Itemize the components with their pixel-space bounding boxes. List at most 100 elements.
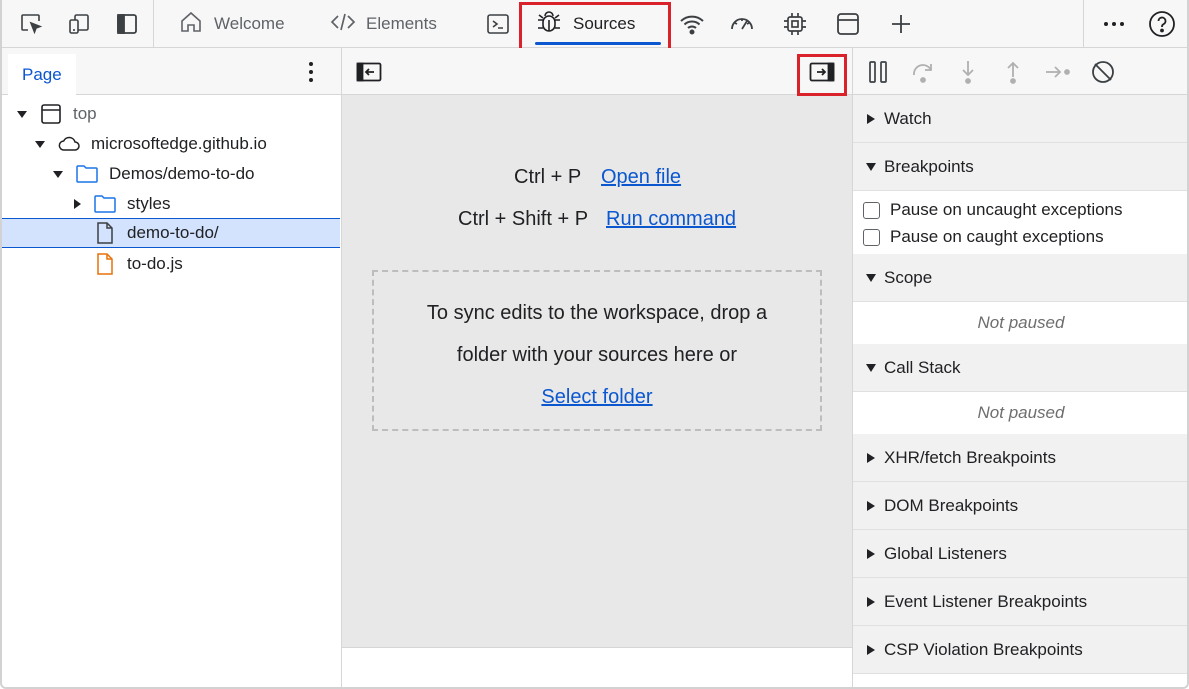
tree-item-domain[interactable]: microsoftedge.github.io (2, 129, 340, 159)
dock-side-icon[interactable] (111, 8, 143, 40)
bug-icon (535, 8, 563, 41)
collapse-triangle-icon (865, 548, 877, 560)
expand-triangle-icon (865, 272, 877, 284)
toggle-navigator-icon[interactable] (355, 58, 383, 86)
section-label: Global Listeners (884, 543, 1007, 563)
open-file-link[interactable]: Open file (601, 166, 681, 189)
expand-triangle-icon (865, 161, 877, 173)
section-watch[interactable]: Watch (853, 95, 1187, 143)
pause-caught-checkbox[interactable] (863, 228, 880, 246)
file-icon (93, 221, 117, 245)
step-into-icon[interactable] (952, 56, 984, 88)
more-horizontal-icon[interactable] (1098, 8, 1130, 40)
collapse-triangle-icon (865, 500, 877, 512)
callstack-content: Not paused (853, 392, 1187, 434)
active-tab-indicator (535, 42, 661, 45)
devtools-window: Welcome Elements Sources Page top micros… (0, 0, 1189, 689)
toggle-debugger-icon[interactable] (808, 58, 836, 86)
section-label: DOM Breakpoints (884, 495, 1019, 515)
performance-icon[interactable] (726, 8, 758, 40)
section-csp-violation-breakpoints[interactable]: CSP Violation Breakpoints (853, 626, 1187, 674)
tab-sources[interactable]: Sources (535, 0, 665, 48)
breakpoints-content: Pause on uncaught exceptions Pause on ca… (853, 191, 1187, 254)
pause-uncaught-row[interactable]: Pause on uncaught exceptions (863, 200, 1123, 220)
dropzone-text-line2: folder with your sources here or (456, 344, 738, 366)
tree-item-label: to-do.js (127, 254, 183, 273)
collapse-triangle-icon[interactable] (71, 198, 83, 210)
tree-item-demos-folder[interactable]: Demos/demo-to-do (2, 159, 340, 189)
collapse-triangle-icon (865, 452, 877, 464)
workspace-dropzone[interactable]: To sync edits to the workspace, drop a f… (372, 270, 822, 431)
debugger-toolbar (853, 48, 1187, 95)
main-toolbar: Welcome Elements Sources (2, 0, 1187, 52)
collapse-triangle-icon (865, 644, 877, 656)
section-global-listeners[interactable]: Global Listeners (853, 530, 1187, 578)
memory-icon[interactable] (779, 8, 811, 40)
section-scope[interactable]: Scope (853, 254, 1187, 302)
scope-content: Not paused (853, 302, 1187, 344)
section-label: Scope (884, 267, 933, 287)
dropzone-text-line1: To sync edits to the workspace, drop a (426, 302, 768, 324)
pause-icon[interactable] (862, 56, 894, 88)
folder-icon (93, 192, 117, 216)
tree-item-top[interactable]: top (2, 99, 340, 129)
tree-item-label: microsoftedge.github.io (91, 134, 267, 153)
deactivate-breakpoints-icon[interactable] (1087, 56, 1119, 88)
pause-uncaught-checkbox[interactable] (863, 201, 880, 219)
collapse-triangle-icon (865, 113, 877, 125)
section-label: Breakpoints (884, 156, 974, 176)
callstack-status: Not paused (977, 403, 1065, 422)
shortcut-keys: Ctrl + Shift + P (458, 208, 589, 230)
console-icon[interactable] (482, 8, 514, 40)
section-event-listener-breakpoints[interactable]: Event Listener Breakpoints (853, 578, 1187, 626)
application-icon[interactable] (832, 8, 864, 40)
tab-sources-label: Sources (573, 14, 636, 33)
file-navigator: Page top microsoftedge.github.io Demos/d… (2, 48, 342, 687)
run-command-link[interactable]: Run command (606, 208, 736, 231)
step-over-icon[interactable] (907, 56, 939, 88)
frame-icon (39, 102, 63, 126)
pause-caught-label: Pause on caught exceptions (890, 227, 1104, 246)
section-dom-breakpoints[interactable]: DOM Breakpoints (853, 482, 1187, 530)
open-file-link-label[interactable]: Open file (601, 166, 681, 188)
tree-item-todo-js[interactable]: to-do.js (2, 249, 340, 279)
editor-status-bar (342, 647, 852, 687)
network-icon[interactable] (676, 8, 708, 40)
more-vertical-icon[interactable] (299, 58, 323, 86)
tab-welcome[interactable]: Welcome (178, 0, 290, 48)
section-label: XHR/fetch Breakpoints (884, 447, 1056, 467)
expand-triangle-icon (865, 362, 877, 374)
section-label: Event Listener Breakpoints (884, 591, 1088, 611)
tab-elements-label: Elements (366, 14, 437, 33)
section-xhr-breakpoints[interactable]: XHR/fetch Breakpoints (853, 434, 1187, 482)
pause-caught-row[interactable]: Pause on caught exceptions (863, 227, 1104, 247)
section-label: CSP Violation Breakpoints (884, 639, 1083, 659)
run-command-link-label[interactable]: Run command (606, 208, 736, 230)
section-breakpoints[interactable]: Breakpoints (853, 143, 1187, 191)
shortcut-open-file: Ctrl + P (514, 166, 581, 189)
tree-item-label: top (73, 104, 97, 123)
editor-pane: Ctrl + P Open file Ctrl + Shift + P Run … (342, 48, 853, 687)
section-call-stack[interactable]: Call Stack (853, 344, 1187, 392)
expand-triangle-icon[interactable] (16, 108, 28, 120)
expand-triangle-icon[interactable] (52, 168, 64, 180)
pause-uncaught-label: Pause on uncaught exceptions (890, 200, 1123, 219)
step-out-icon[interactable] (997, 56, 1029, 88)
help-icon[interactable] (1146, 8, 1178, 40)
code-icon (330, 9, 356, 40)
shortcut-keys: Ctrl + P (514, 166, 582, 188)
tree-item-demo-to-do[interactable]: demo-to-do/ (2, 218, 340, 248)
select-folder-link[interactable]: Select folder (541, 386, 652, 408)
tree-item-label: styles (127, 194, 171, 213)
add-tab-icon[interactable] (885, 8, 917, 40)
inspect-element-icon[interactable] (15, 8, 47, 40)
navigator-header: Page (2, 48, 341, 95)
device-emulation-icon[interactable] (63, 8, 95, 40)
tab-elements[interactable]: Elements (330, 0, 442, 48)
step-icon[interactable] (1042, 56, 1074, 88)
editor-header (342, 48, 852, 96)
expand-triangle-icon[interactable] (34, 138, 46, 150)
tab-page[interactable]: Page (8, 54, 76, 95)
section-label: Call Stack (884, 357, 961, 377)
tree-item-styles-folder[interactable]: styles (2, 189, 340, 219)
